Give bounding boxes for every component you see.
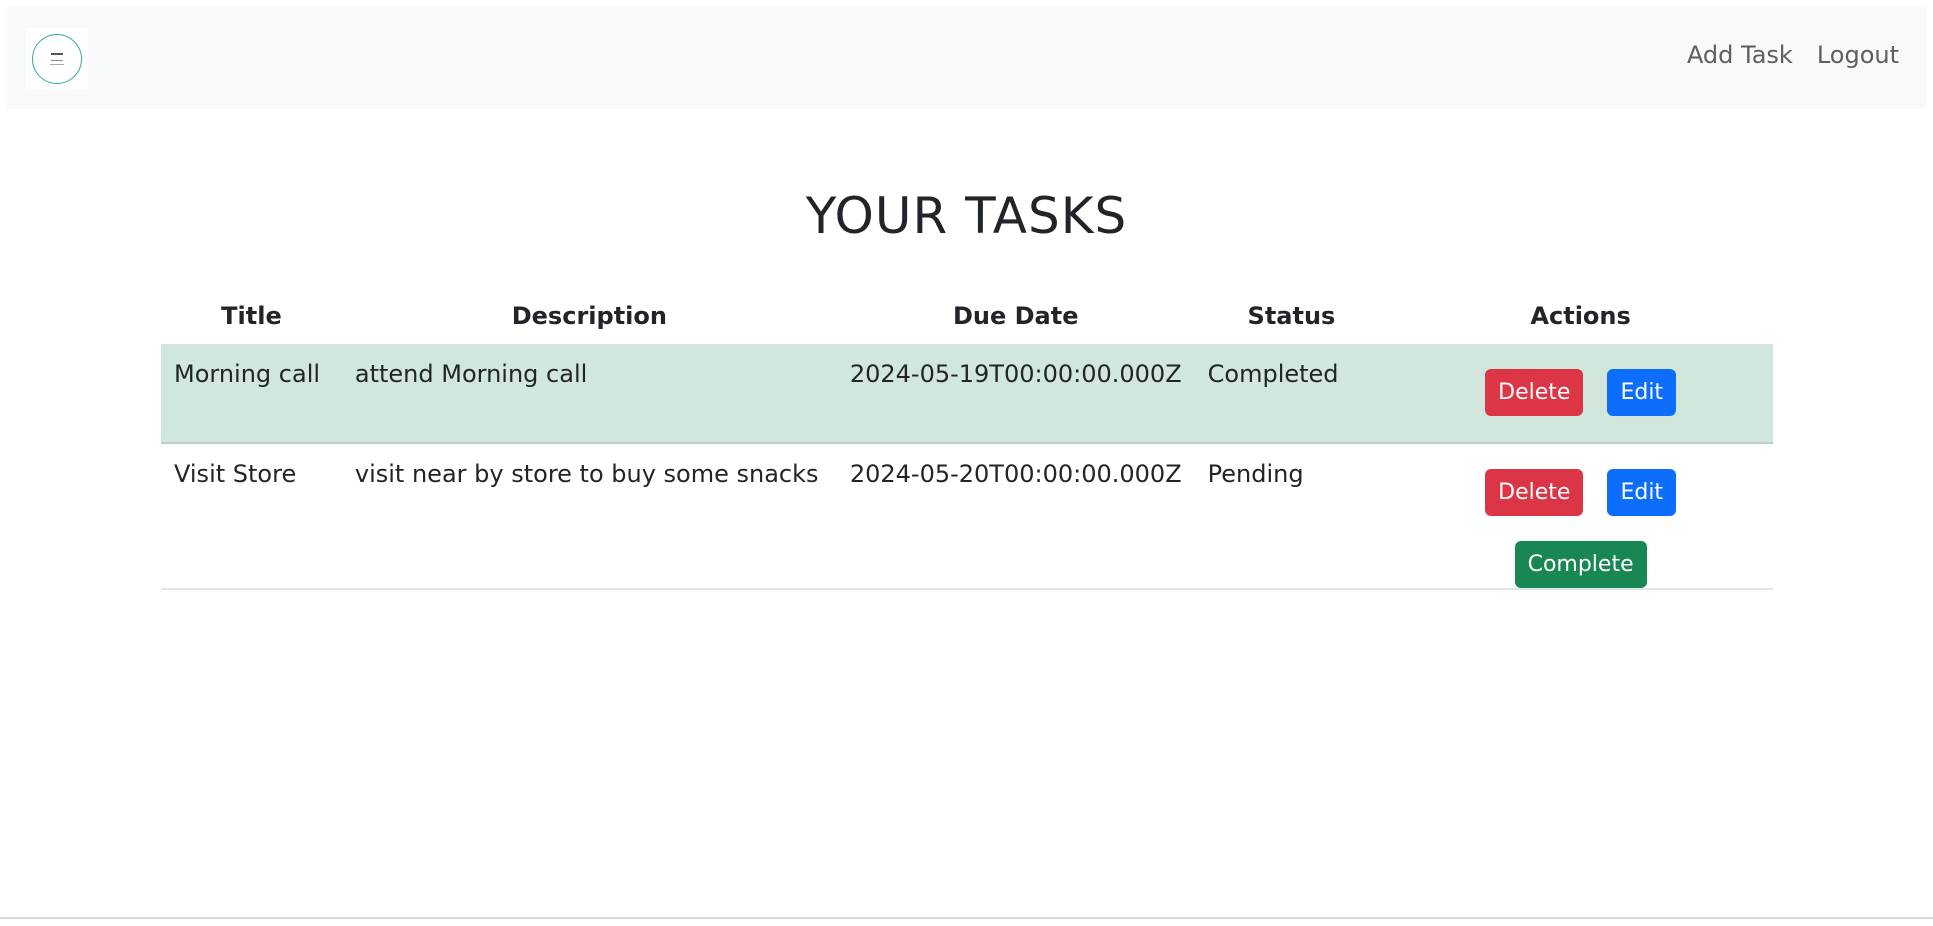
complete-button[interactable]: Complete [1514,541,1647,588]
edit-button[interactable]: Edit [1607,369,1677,416]
add-task-link[interactable]: Add Task [1687,40,1793,70]
task-description-cell: visit near by store to buy some snacks [341,443,837,590]
logout-link[interactable]: Logout [1817,40,1899,70]
task-due-date: 2024-05-19T00:00:00.000Z [849,360,1182,388]
tasks-table: Title Description Due Date Status Action… [161,288,1773,590]
logo-link[interactable] [26,28,88,90]
column-header-actions: Actions [1530,302,1631,330]
table-row: Morning call attend Morning call 2024-05… [161,344,1773,444]
logo-icon [32,34,82,84]
task-description: visit near by store to buy some snacks [354,460,819,488]
table-header-row: Title Description Due Date Status Action… [161,288,1773,344]
task-status: Completed [1207,360,1339,388]
edit-button[interactable]: Edit [1607,469,1677,516]
task-description: attend Morning call [354,360,588,388]
task-title-cell: Visit Store [161,443,342,590]
task-due-date-cell: 2024-05-19T00:00:00.000Z [836,344,1195,444]
navbar: Add Task Logout [7,7,1927,109]
column-header-due-date: Due Date [952,302,1079,330]
task-status: Pending [1207,460,1304,488]
task-due-date: 2024-05-20T00:00:00.000Z [849,460,1182,488]
task-title: Morning call [174,360,321,388]
task-title: Visit Store [174,460,297,488]
page-bottom-divider [0,917,1933,919]
column-header-description: Description [511,302,667,330]
delete-button[interactable]: Delete [1485,469,1584,516]
page-title: YOUR TASKS [805,187,1128,245]
table-row: Visit Store visit near by store to buy s… [161,443,1773,590]
task-title-cell: Morning call [161,344,342,444]
task-status-cell: Completed [1194,344,1389,444]
column-header-title: Title [221,302,282,330]
task-actions-cell: Delete Edit Complete [1388,443,1773,590]
task-actions-cell: Delete Edit [1388,344,1773,444]
task-due-date-cell: 2024-05-20T00:00:00.000Z [836,443,1195,590]
delete-button[interactable]: Delete [1485,369,1584,416]
nav-links: Add Task Logout [1687,40,1899,70]
task-description-cell: attend Morning call [341,344,837,444]
column-header-status: Status [1247,302,1336,330]
task-status-cell: Pending [1194,443,1389,590]
